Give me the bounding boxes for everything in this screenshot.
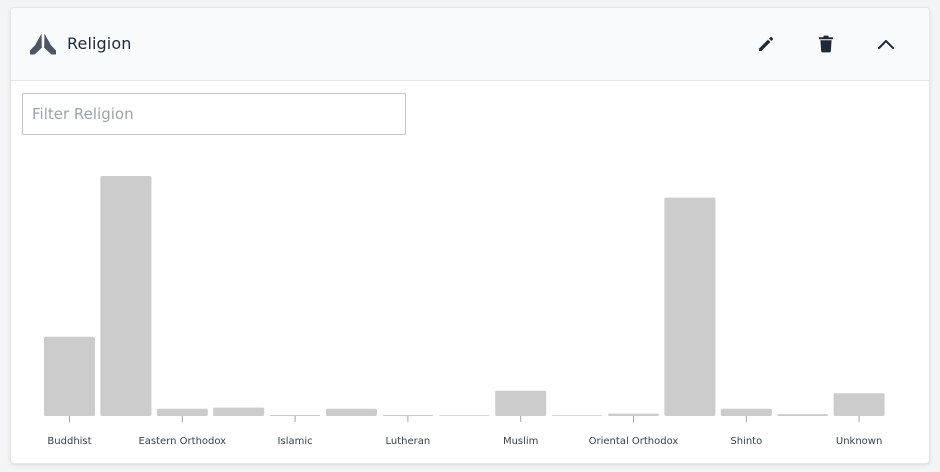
bar-8[interactable] xyxy=(495,390,547,416)
bar-5[interactable] xyxy=(326,408,377,416)
x-tick-label: Unknown xyxy=(836,436,882,447)
bar-10[interactable] xyxy=(608,413,659,416)
bar-11[interactable] xyxy=(664,197,716,416)
x-tick-label: Oriental Orthodox xyxy=(589,436,679,447)
bar-12[interactable] xyxy=(720,408,772,416)
religion-bar-chart: Buddhist Eastern Orthodox Islamic Lutheran M… xyxy=(44,176,885,447)
x-tick-label: Islamic xyxy=(278,436,313,447)
religion-panel: Religion Filter Religion Buddhist Easter… xyxy=(10,7,930,464)
x-tick-label: Muslim xyxy=(503,436,538,447)
bar-2[interactable] xyxy=(156,408,208,416)
bar-9[interactable] xyxy=(551,415,603,416)
x-tick-label: Eastern Orthodox xyxy=(138,436,226,447)
bar-13[interactable] xyxy=(777,414,829,416)
bar-6[interactable] xyxy=(382,415,434,416)
bar-14[interactable] xyxy=(833,393,885,416)
x-tick-label: Buddhist xyxy=(47,436,91,447)
bar-3[interactable] xyxy=(213,407,265,416)
bar-7[interactable] xyxy=(438,415,490,416)
bar-0[interactable] xyxy=(44,336,95,416)
x-tick-label: Shinto xyxy=(730,436,762,447)
x-tick-label: Lutheran xyxy=(386,436,431,447)
bar-4[interactable] xyxy=(269,415,321,416)
bar-1[interactable] xyxy=(100,176,152,416)
